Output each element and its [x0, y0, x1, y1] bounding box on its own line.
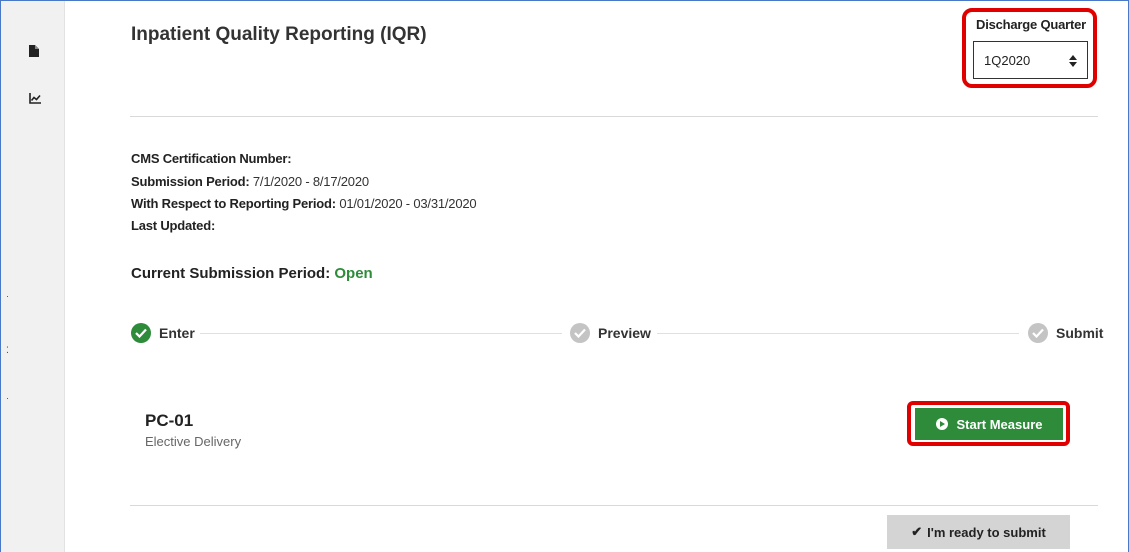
step-connector	[657, 333, 1019, 334]
step-preview: Preview	[570, 323, 651, 343]
ccn-row: CMS Certification Number:	[131, 151, 292, 166]
reporting-period-label: With Respect to Reporting Period:	[131, 196, 336, 211]
step-label: Submit	[1056, 325, 1104, 341]
submission-period-row: Submission Period: 7/1/2020 - 8/17/2020	[131, 174, 369, 189]
select-arrows-icon	[1069, 55, 1077, 67]
start-measure-label: Start Measure	[956, 416, 1043, 432]
measure-code: PC-01	[145, 411, 194, 430]
discharge-quarter-select[interactable]: 1Q2020	[973, 41, 1088, 79]
check-circle-icon	[1028, 323, 1048, 343]
submission-period-label: Submission Period:	[131, 174, 250, 189]
stray-mark: ·	[6, 393, 9, 403]
step-connector	[200, 333, 562, 334]
chart-icon[interactable]	[29, 93, 41, 105]
step-label: Preview	[598, 325, 651, 341]
stray-mark: ⁚	[6, 345, 9, 355]
reporting-period-value: 01/01/2020 - 03/31/2020	[339, 196, 477, 211]
last-updated-label: Last Updated:	[131, 218, 216, 233]
ready-to-submit-label: I'm ready to submit	[927, 524, 1046, 540]
start-measure-button[interactable]: Start Measure	[915, 408, 1063, 440]
play-circle-icon	[935, 418, 948, 430]
stray-mark: ·	[6, 291, 9, 301]
last-updated-row: Last Updated:	[131, 218, 215, 233]
step-submit: Submit	[1028, 323, 1103, 343]
ready-to-submit-button[interactable]: ✔ I'm ready to submit	[887, 515, 1070, 549]
reporting-period-row: With Respect to Reporting Period: 01/01/…	[131, 196, 477, 211]
document-icon[interactable]	[29, 45, 41, 57]
check-circle-icon	[131, 323, 151, 343]
check-circle-icon	[570, 323, 590, 343]
step-enter: Enter	[131, 323, 195, 343]
current-submission-period: Current Submission Period: Open	[131, 265, 373, 282]
discharge-quarter-value: 1Q2020	[984, 52, 1031, 68]
submission-period-value: 7/1/2020 - 8/17/2020	[252, 174, 369, 189]
status-badge: Open	[334, 265, 373, 282]
measure-description: Elective Delivery	[145, 434, 242, 449]
sidebar	[1, 1, 65, 552]
step-label: Enter	[159, 325, 195, 341]
divider	[130, 505, 1098, 506]
discharge-quarter-highlight: Discharge Quarter 1Q2020	[962, 8, 1097, 88]
ccn-label: CMS Certification Number:	[131, 151, 292, 166]
divider	[130, 116, 1098, 117]
page-title: Inpatient Quality Reporting (IQR)	[131, 24, 427, 45]
current-period-label: Current Submission Period:	[131, 265, 331, 282]
check-icon: ✔	[911, 524, 923, 539]
discharge-quarter-label: Discharge Quarter	[976, 17, 1087, 32]
